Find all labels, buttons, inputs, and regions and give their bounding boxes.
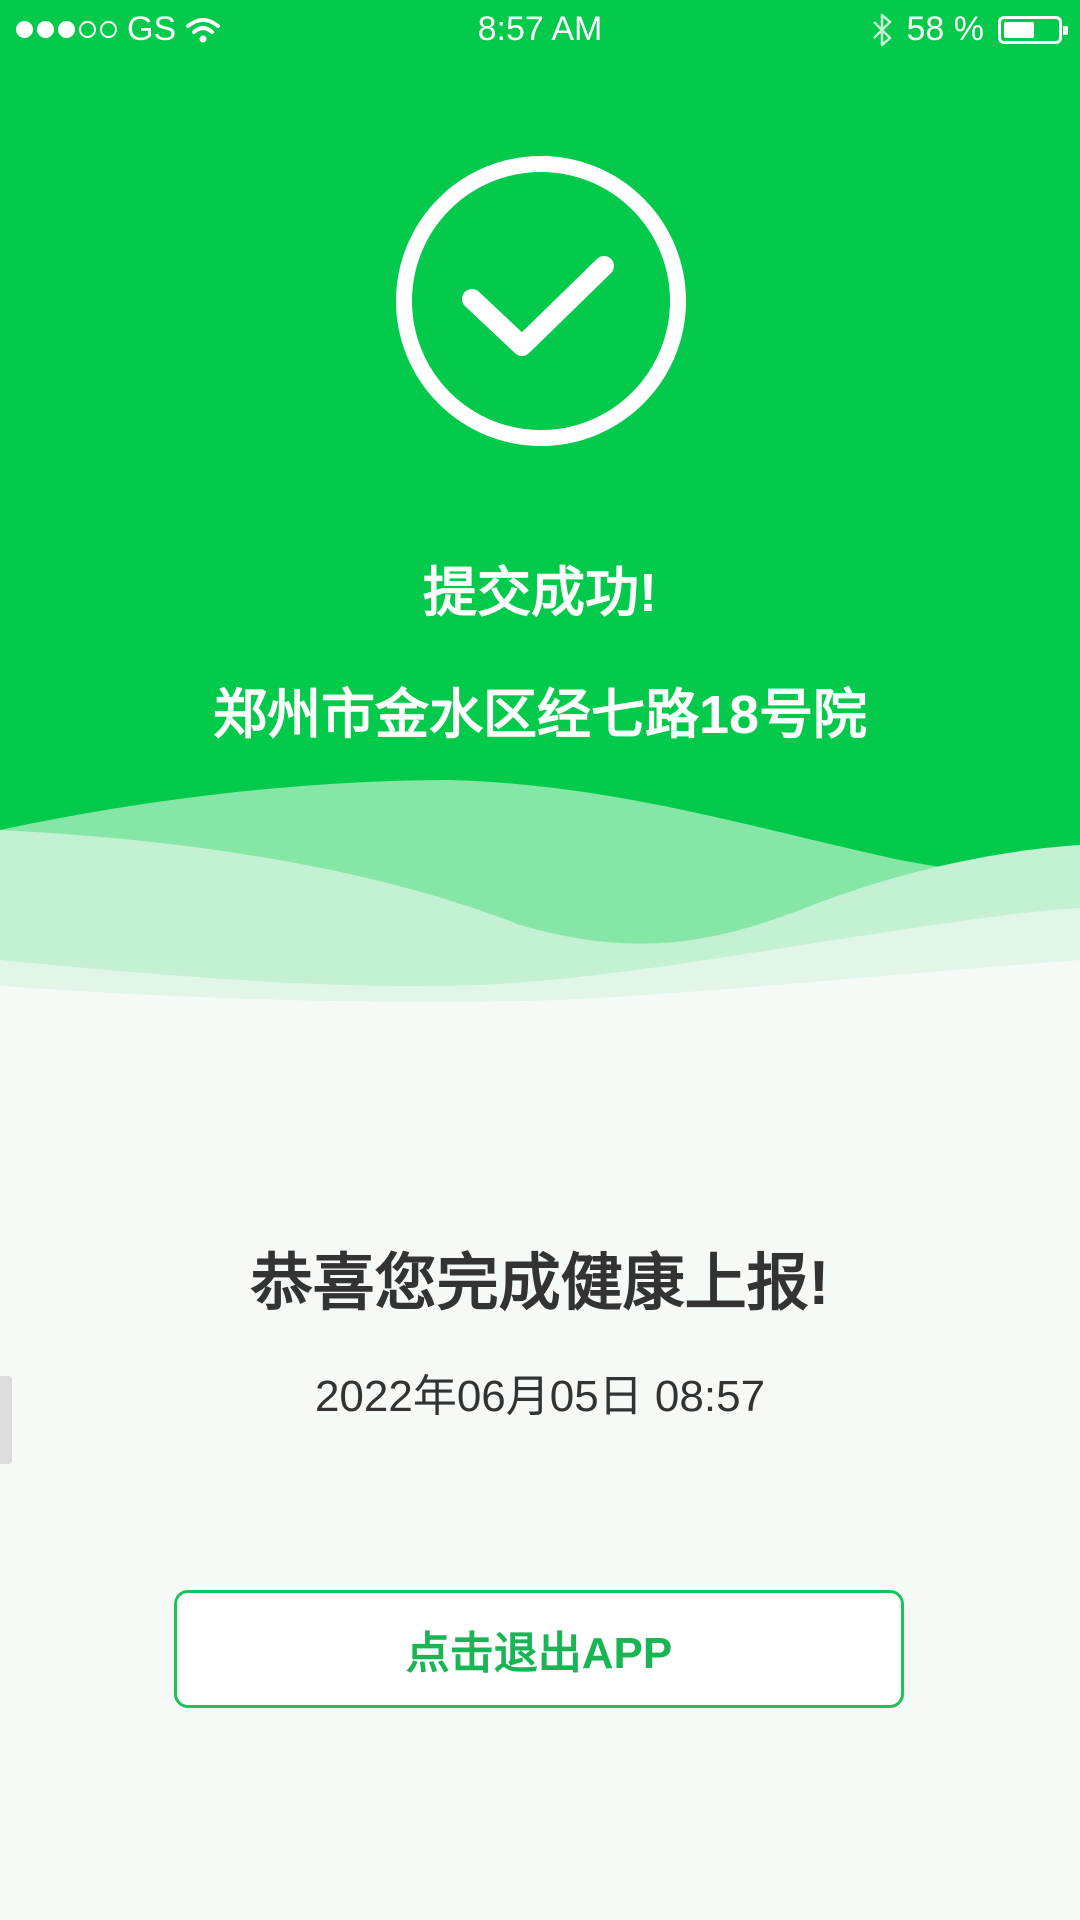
bluetooth-icon [872,13,891,46]
status-bar: GS 8:57 AM 58 % [0,0,1080,60]
check-circle-icon [396,156,686,446]
congrats-message: 恭喜您完成健康上报! [250,1249,830,1318]
address-text: 郑州市金水区经七路18号院 [212,685,868,745]
side-handle[interactable] [0,1376,12,1464]
success-title: 提交成功! [423,563,657,623]
battery-level [1004,21,1034,38]
battery-nub [1063,25,1068,35]
exit-app-button[interactable]: 点击退出APP [174,1590,904,1708]
report-datetime: 2022年06月05日 08:57 [314,1372,766,1421]
battery-icon [998,15,1068,44]
wave-decoration [0,780,1080,1020]
status-right: 58 % [871,10,1068,49]
battery-percent: 58 % [906,10,985,48]
